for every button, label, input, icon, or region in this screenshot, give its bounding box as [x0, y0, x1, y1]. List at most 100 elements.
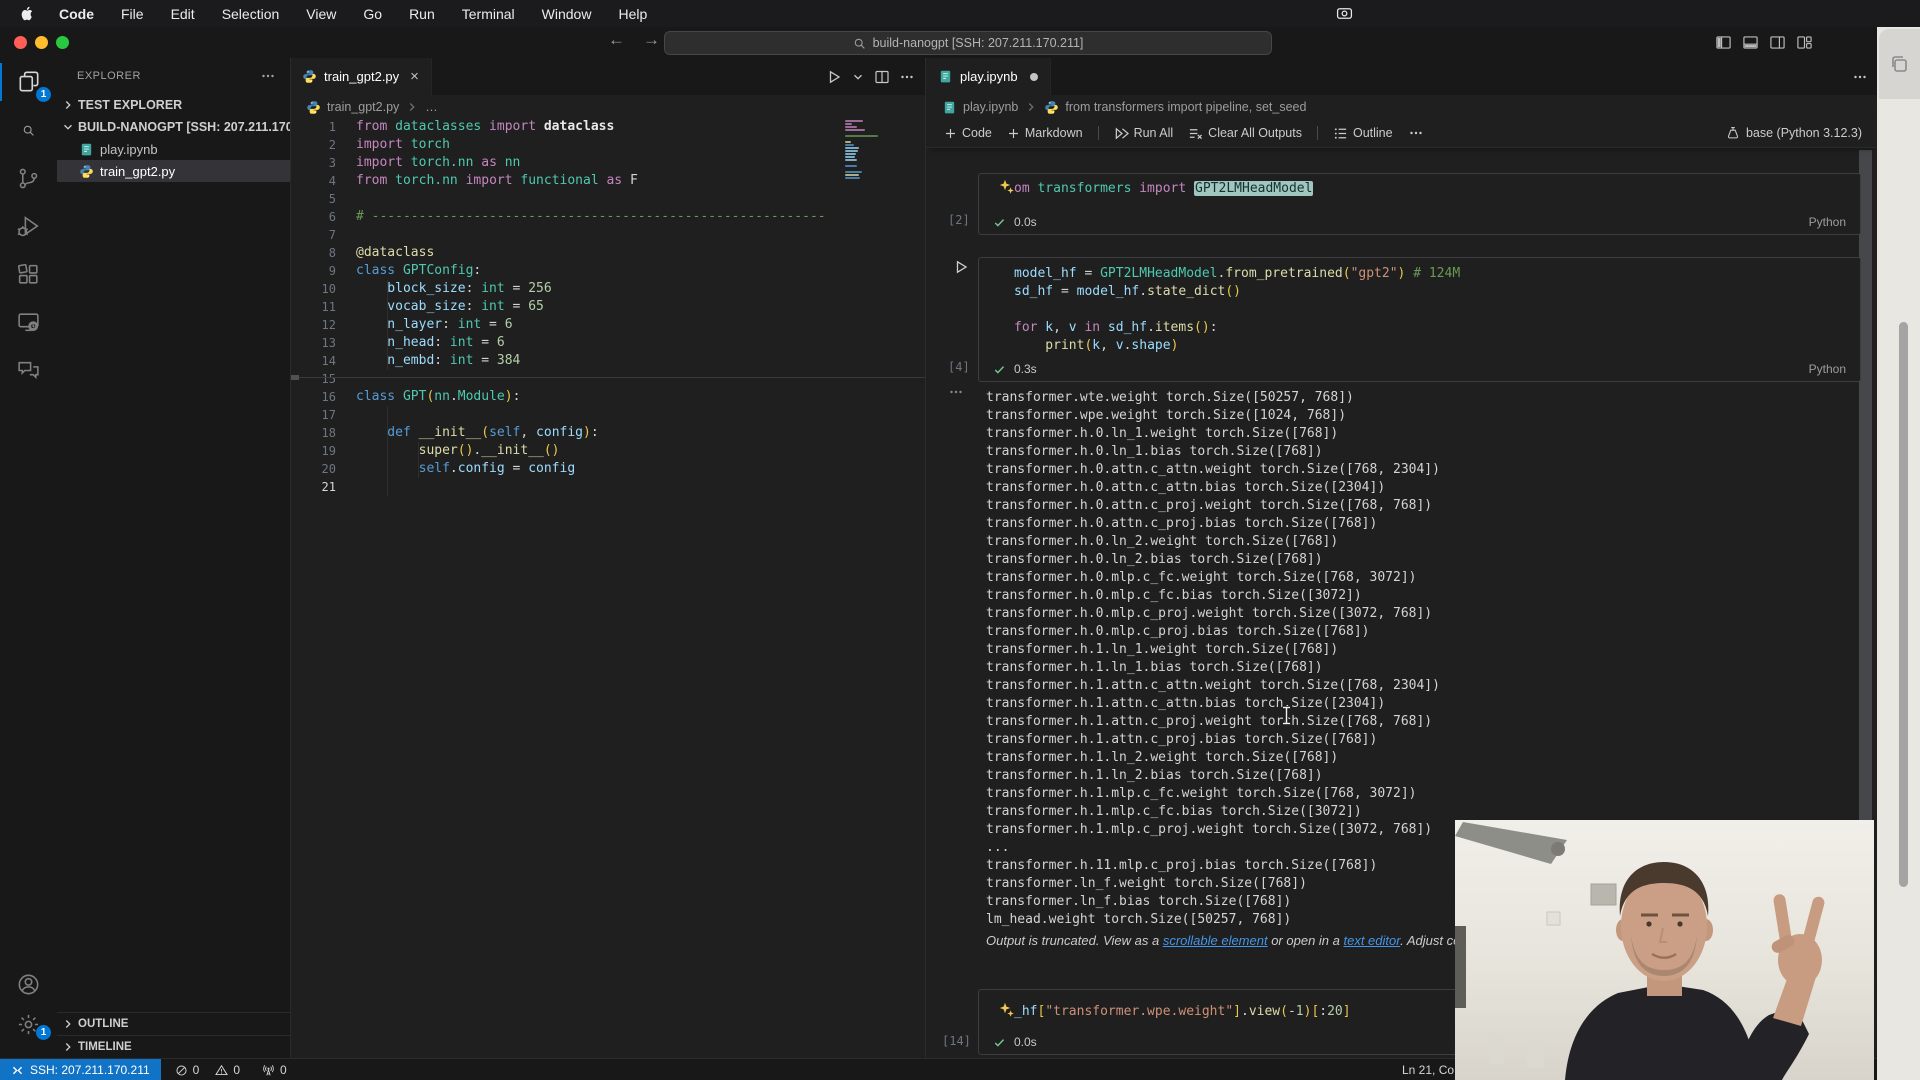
activity-accounts[interactable] [0, 964, 57, 1004]
window-title: build-nanogpt [SSH: 207.211.170.211] [872, 36, 1084, 50]
section-timeline[interactable]: TIMELINE [57, 1035, 290, 1058]
menu-window[interactable]: Window [542, 6, 592, 22]
add-icon [1007, 127, 1020, 140]
customize-layout[interactable] [1796, 34, 1813, 51]
output-line: transformer.h.1.mlp.c_proj.weight torch.… [986, 822, 1433, 837]
menu-file[interactable]: File [121, 6, 144, 22]
toggle-primary-sidebar[interactable] [1715, 34, 1732, 51]
section-build-nanogpt-ssh-207-211-170-[interactable]: BUILD-NANOGPT [SSH: 207.211.170.... [57, 116, 290, 138]
cell-language[interactable]: Python [1809, 215, 1846, 229]
breadcrumb-item[interactable]: train_gpt2.py [327, 100, 399, 114]
close-window-button[interactable] [14, 36, 27, 49]
breadcrumb-item[interactable]: … [425, 100, 438, 114]
text-editor-link[interactable]: text editor [1343, 933, 1400, 948]
code-line: 18 def __init__(self, config): [290, 424, 925, 442]
section-label: TIMELINE [78, 1041, 132, 1053]
output-line: transformer.h.0.ln_2.bias torch.Size([76… [986, 552, 1323, 567]
line-number: 1 [328, 120, 336, 134]
split-editor-button[interactable] [874, 69, 890, 85]
back-button[interactable]: ← [608, 30, 625, 50]
line-number: 6 [328, 210, 336, 224]
output-line: transformer.h.1.attn.c_proj.bias torch.S… [986, 732, 1378, 747]
section-outline[interactable]: OUTLINE [57, 1012, 290, 1035]
zoom-window-button[interactable] [56, 36, 69, 49]
remote-label: SSH: 207.211.170.211 [30, 1063, 150, 1077]
toggle-secondary-sidebar[interactable] [1769, 34, 1786, 51]
output-line: transformer.h.1.ln_2.bias torch.Size([76… [986, 768, 1323, 783]
cell-status-bar: 0.3s Python [979, 357, 1860, 381]
output-line: transformer.ln_f.bias torch.Size([768]) [986, 894, 1292, 909]
toolbar-markdown-button[interactable]: Markdown [1007, 126, 1083, 140]
background-scrollbar[interactable] [1899, 322, 1908, 887]
menu-selection[interactable]: Selection [222, 6, 280, 22]
file-train-gpt2-py[interactable]: train_gpt2.py [57, 160, 290, 182]
toolbar-outline-button[interactable]: Outline [1333, 126, 1393, 141]
toolbar-run-all-button[interactable]: Run All [1114, 126, 1173, 141]
chevron-right-icon [61, 1017, 75, 1031]
toolbar-clear-all-outputs-button[interactable]: Clear All Outputs [1188, 126, 1302, 141]
menu-edit[interactable]: Edit [171, 6, 195, 22]
explorer-more-icon[interactable] [260, 68, 276, 84]
close-icon[interactable]: × [410, 68, 419, 85]
cell-language[interactable]: Python [1809, 362, 1846, 376]
run-dropdown-button[interactable] [851, 70, 865, 84]
scrollable-element-link[interactable]: scrollable element [1163, 933, 1268, 948]
apple-icon[interactable] [20, 6, 35, 21]
cursor-position[interactable]: Ln 21, Co [1402, 1063, 1454, 1077]
minimap-line [845, 165, 857, 167]
editor-more-button[interactable] [899, 69, 915, 85]
remote-indicator[interactable]: SSH: 207.211.170.211 [0, 1059, 161, 1080]
toggle-panel[interactable] [1742, 34, 1759, 51]
activity-search[interactable] [0, 106, 57, 154]
problems-indicator[interactable]: 0 0 [175, 1063, 240, 1077]
toolbar-code-button[interactable]: Code [944, 126, 992, 140]
cell-code[interactable]: model_hf = GPT2LMHeadModel.from_pretrain… [979, 258, 1860, 355]
menu-go[interactable]: Go [363, 6, 382, 22]
menu-run[interactable]: Run [409, 6, 435, 22]
notebook-cell[interactable]: om transformers import GPT2LMHeadModel 0.… [978, 173, 1861, 235]
check-icon [993, 216, 1006, 229]
ports-indicator[interactable]: 0 [262, 1063, 287, 1077]
cell-code-line: sd_hf = model_hf.state_dict() [1014, 284, 1242, 299]
kernel-picker[interactable]: base (Python 3.12.3) [1726, 119, 1862, 147]
output-line: transformer.h.0.attn.c_attn.weight torch… [986, 462, 1440, 477]
screen-record-icon[interactable] [1336, 5, 1353, 22]
forward-button[interactable]: → [643, 30, 660, 50]
code-line: 16 class GPT(nn.Module): [290, 388, 925, 406]
run-cell-button[interactable] [953, 259, 969, 275]
sidebar-bottom: OUTLINE TIMELINE [57, 1012, 290, 1058]
output-line: transformer.h.1.mlp.c_fc.weight torch.Si… [986, 786, 1417, 801]
wall-vent [1590, 883, 1617, 906]
command-center[interactable]: build-nanogpt [SSH: 207.211.170.211] [664, 31, 1272, 55]
minimap[interactable] [845, 120, 881, 183]
execution-count: [4] [948, 360, 970, 374]
sidebar-title: EXPLORER [77, 70, 141, 82]
layout-buttons [1715, 34, 1813, 51]
toolbar-more-button[interactable] [1408, 125, 1424, 141]
activity-settings[interactable]: 1 [0, 1004, 57, 1044]
activity-explorer[interactable]: 1 [0, 58, 57, 106]
menu-help[interactable]: Help [618, 6, 647, 22]
activity-comments[interactable] [0, 346, 57, 394]
notebook-cell[interactable]: model_hf = GPT2LMHeadModel.from_pretrain… [978, 257, 1861, 382]
copy-icon [1888, 52, 1912, 76]
activity-extensions[interactable] [0, 250, 57, 298]
collapse-output-button[interactable] [948, 384, 964, 400]
account-icon [16, 972, 41, 997]
cell-code[interactable]: om transformers import GPT2LMHeadModel [979, 174, 1860, 198]
activity-source-control[interactable] [0, 154, 57, 202]
activity-remote-explorer[interactable] [0, 298, 57, 346]
section-test-explorer[interactable]: TEST EXPLORER [57, 94, 290, 116]
code-text: class GPTConfig: [356, 263, 482, 278]
activity-run-debug[interactable] [0, 202, 57, 250]
tab-train-gpt2[interactable]: train_gpt2.py × [290, 58, 432, 95]
run-python-file-button[interactable] [826, 69, 842, 85]
minimize-window-button[interactable] [35, 36, 48, 49]
code-editor[interactable]: 1 from dataclasses import dataclass 2 impor… [290, 118, 925, 496]
minimap-line [845, 174, 860, 176]
menu-view[interactable]: View [306, 6, 336, 22]
file-play-ipynb[interactable]: play.ipynb [57, 138, 290, 160]
menu-code[interactable]: Code [59, 6, 94, 22]
output-line: transformer.wte.weight torch.Size([50257… [986, 390, 1354, 405]
menu-terminal[interactable]: Terminal [462, 6, 515, 22]
